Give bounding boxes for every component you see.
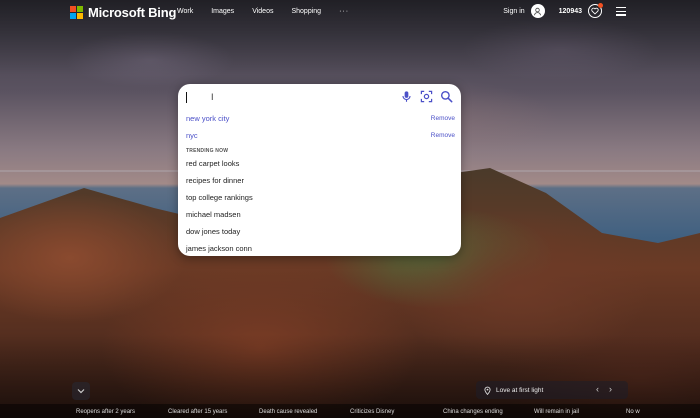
remove-button[interactable]: Remove	[431, 132, 455, 139]
image-nav-arrows[interactable]: ‹›	[596, 384, 622, 394]
recent-search-text[interactable]: new york city	[186, 114, 229, 123]
top-header: Microsoft Bing Work Images Videos Shoppi…	[0, 0, 700, 26]
search-actions	[400, 90, 453, 103]
header-actions: Sign in 120943	[503, 3, 603, 18]
sign-in-link[interactable]: Sign in	[503, 8, 524, 15]
recent-search-text[interactable]: nyc	[186, 131, 198, 140]
image-info-bar[interactable]: Love at first light ‹›	[476, 381, 628, 399]
recent-search-item[interactable]: nyc Remove	[186, 129, 455, 141]
top-nav: Work Images Videos Shopping ···	[177, 8, 349, 15]
news-item[interactable]: Reopens after 2 years	[76, 409, 135, 415]
bing-logo[interactable]: Microsoft Bing	[70, 5, 176, 20]
search-icon[interactable]	[440, 90, 453, 103]
news-item[interactable]: China changes ending	[443, 409, 503, 415]
remove-button[interactable]: Remove	[431, 115, 455, 122]
nav-shopping[interactable]: Shopping	[291, 8, 321, 15]
trending-item[interactable]: james jackson conn	[186, 244, 252, 253]
nav-images[interactable]: Images	[211, 8, 234, 15]
trending-item[interactable]: dow jones today	[186, 227, 240, 236]
brand-name: Microsoft Bing	[88, 5, 177, 20]
visual-search-icon[interactable]	[420, 90, 433, 103]
news-strip: Reopens after 2 years Cleared after 15 y…	[0, 404, 700, 418]
image-location-text: Love at first light	[496, 386, 544, 394]
trending-item[interactable]: red carpet looks	[186, 159, 239, 168]
expand-feed-button[interactable]	[72, 382, 90, 400]
location-pin-icon	[484, 386, 491, 395]
nav-work[interactable]: Work	[177, 8, 193, 15]
trending-heading: TRENDING NOW	[186, 148, 229, 154]
microphone-icon[interactable]	[400, 90, 413, 103]
rewards-points[interactable]: 120943	[559, 8, 582, 15]
trending-item[interactable]: michael madsen	[186, 210, 241, 219]
rewards-heart-icon[interactable]	[588, 3, 603, 18]
news-item[interactable]: Cleared after 15 years	[168, 409, 227, 415]
search-bar[interactable]: I	[178, 84, 461, 110]
menu-icon[interactable]	[616, 7, 626, 18]
news-item[interactable]: Criticizes Disney	[350, 409, 394, 415]
news-item[interactable]: No w	[626, 409, 640, 415]
recent-search-item[interactable]: new york city Remove	[186, 112, 455, 124]
search-input[interactable]	[186, 90, 386, 104]
news-item[interactable]: Death cause revealed	[259, 409, 317, 415]
microsoft-logo-icon	[70, 6, 83, 19]
search-panel: I new york city Remove nyc Remove TRENDI…	[178, 84, 461, 256]
news-item[interactable]: Will remain in jail	[534, 409, 579, 415]
nav-more[interactable]: ···	[339, 8, 349, 15]
nav-videos[interactable]: Videos	[252, 8, 273, 15]
avatar-icon[interactable]	[530, 4, 545, 18]
trending-item[interactable]: recipes for dinner	[186, 176, 244, 185]
notification-dot	[598, 3, 603, 8]
trending-item[interactable]: top college rankings	[186, 193, 253, 202]
